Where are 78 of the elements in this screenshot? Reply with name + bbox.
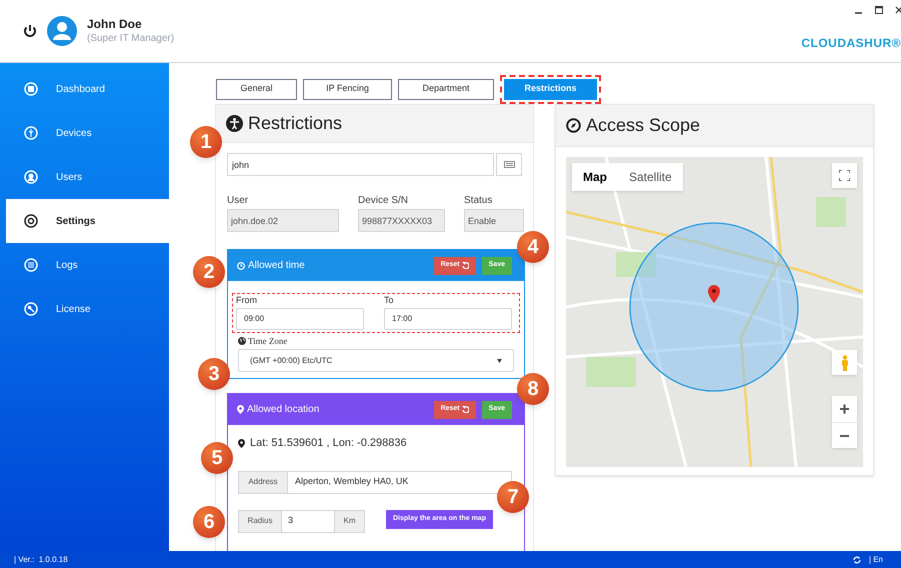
radius-field[interactable]: Radius 3 Km [238,510,365,532]
avatar-icon [47,16,77,46]
fullscreen-button[interactable] [832,163,857,188]
sidebar-item[interactable]: License [6,287,169,331]
user-role: (Super IT Manager) [87,32,174,46]
globe-icon [238,337,246,346]
sidebar-item[interactable]: Devices [6,111,169,155]
field-label: Radius [239,510,282,532]
accessibility-icon [226,115,243,132]
user-name: John Doe [87,16,143,32]
reset-icon [462,406,469,413]
pin-icon [237,405,244,414]
sidebar-item[interactable]: Users [6,155,169,199]
map-pin-icon [708,285,720,303]
keyboard-icon [504,161,515,168]
search-field[interactable]: john [227,153,494,176]
callout-marker: 3 [198,358,230,390]
brand-logo: CLOUDASHUR® [801,35,901,52]
sidebar-item[interactable]: Dashboard [6,67,169,111]
usb-icon [24,126,38,140]
zoom-out-button[interactable]: − [832,422,857,448]
field-label: Device S/N [358,194,410,208]
field-value: 3 [287,514,294,528]
compass-icon [566,118,581,133]
map-type-tab[interactable]: Satellite [618,163,683,191]
list-icon [24,258,38,272]
coordinates-text: Lat: 51.539601 , Lon: -0.298836 [250,436,407,451]
reset-icon [462,262,469,269]
field-label: From [236,294,258,307]
zoom-in-button[interactable]: + [832,396,857,422]
callout-marker: 8 [517,373,549,405]
user-icon [24,170,38,184]
card-title: Allowed location [247,403,320,417]
field-value: Alperton, Wembley HA0, UK [294,475,410,488]
panel-title: Access Scope [586,114,700,137]
callout-marker: 2 [193,256,225,288]
callout-marker: 4 [517,231,549,263]
language-selector[interactable]: | En [868,554,883,566]
field-label: User [227,194,250,208]
unit-label: Km [334,510,364,532]
readonly-field[interactable]: 998877XXXXX03 [358,209,445,232]
field-label: To [384,294,395,307]
card-title: Allowed time [248,259,305,273]
sidebar-item[interactable]: Settings [6,199,169,243]
caret-icon [497,358,502,362]
callout-marker: 1 [190,126,222,158]
callout-marker: 7 [497,481,529,513]
maximize-icon [875,6,883,14]
field-label: Status [464,194,494,208]
refresh-icon [852,556,861,564]
field-label: Time Zone [248,334,288,348]
field-label: Address [239,472,288,492]
fullscreen-icon [839,170,850,181]
keyboard-button[interactable] [496,153,522,176]
map-type-tab[interactable]: Map [572,163,618,191]
power-icon [23,24,37,38]
gear-icon [24,214,38,228]
time-field[interactable]: 17:00 [384,308,512,330]
callout-marker: 5 [201,442,233,474]
callout-marker: 6 [193,506,225,538]
pin-icon [238,438,245,448]
tab[interactable]: Department [398,78,494,100]
readonly-field[interactable]: Enable [464,209,524,232]
tab[interactable]: IP Fencing [303,78,392,100]
close-icon [895,6,901,14]
version-text: | Ver.: 1.0.0.18 [14,554,68,566]
dropdown-value: (GMT +00:00) Etc/UTC [250,354,332,366]
time-zone-dropdown[interactable]: (GMT +00:00) Etc/UTC [238,349,514,372]
street-view-button[interactable] [832,350,857,375]
readonly-field[interactable]: john.doe.02 [227,209,339,232]
panel-title: Restrictions [248,112,342,135]
sidebar-item[interactable]: Logs [6,243,169,287]
key-icon [24,302,38,316]
person-icon [840,354,848,370]
clock-icon [237,262,245,270]
tab[interactable]: General [216,78,297,100]
grid-icon [24,82,38,96]
time-field[interactable]: 09:00 [236,308,364,330]
